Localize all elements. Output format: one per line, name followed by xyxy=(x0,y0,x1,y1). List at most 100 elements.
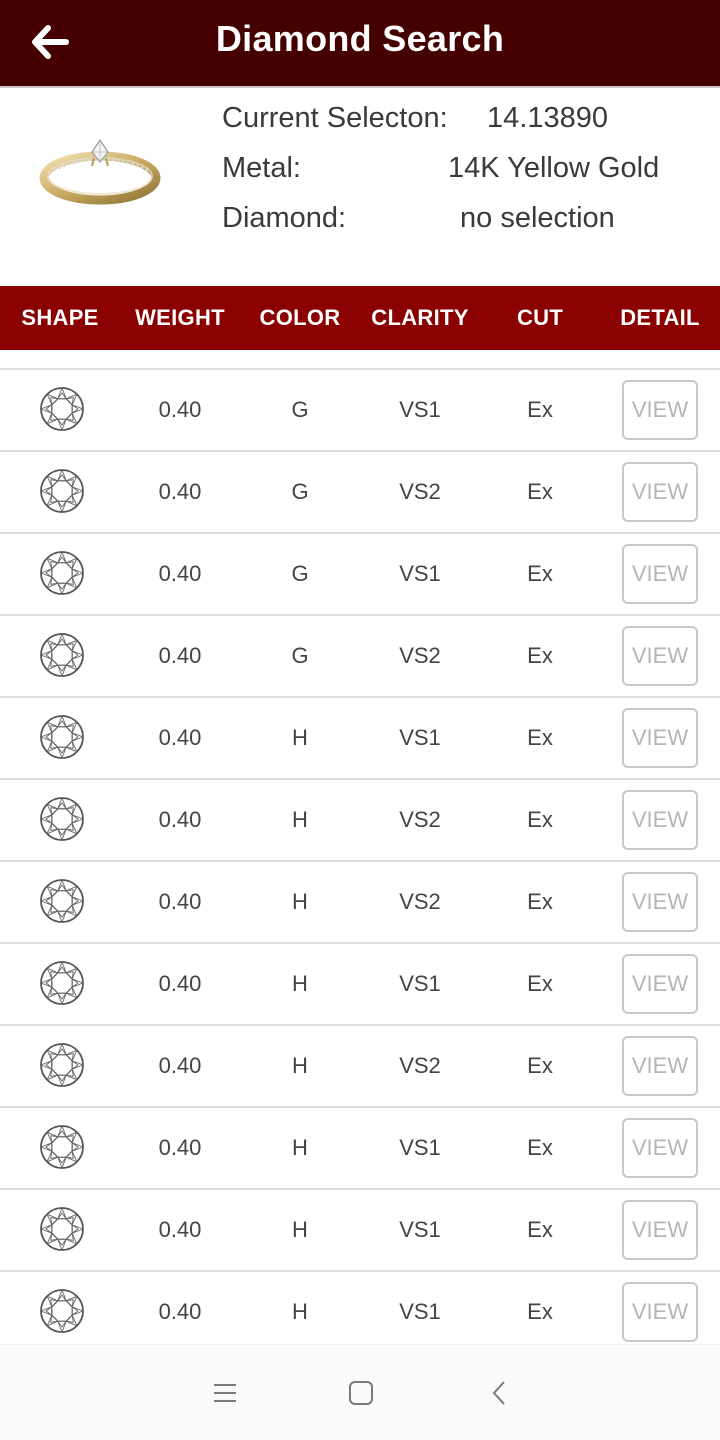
round-diamond-icon xyxy=(40,469,84,513)
column-header-shape[interactable]: SHAPE xyxy=(0,286,120,350)
table-row[interactable]: 0.40 H VS1 Ex VIEW xyxy=(0,1106,720,1188)
weight-cell: 0.40 xyxy=(158,561,202,586)
color-cell: H xyxy=(292,725,308,750)
round-diamond-icon xyxy=(40,879,84,923)
color-cell: H xyxy=(292,807,308,832)
color-cell: H xyxy=(292,1217,308,1242)
table-row[interactable]: 0.40 H VS2 Ex VIEW xyxy=(0,778,720,860)
page-title: Diamond Search xyxy=(215,18,505,59)
round-diamond-icon xyxy=(40,387,84,431)
cut-cell: Ex xyxy=(527,1135,553,1160)
weight-cell: 0.40 xyxy=(158,1299,202,1324)
weight-cell: 0.40 xyxy=(158,643,202,668)
column-header-cut[interactable]: CUT xyxy=(480,286,600,350)
color-cell: H xyxy=(292,1053,308,1078)
round-diamond-icon xyxy=(40,1207,84,1251)
table-row[interactable]: 0.40 G VS2 Ex VIEW xyxy=(0,614,720,696)
column-header-weight[interactable]: WEIGHT xyxy=(120,286,240,350)
weight-cell: 0.40 xyxy=(158,971,202,996)
table-row[interactable]: 0.40 H VS1 Ex VIEW xyxy=(0,1270,720,1344)
view-button[interactable]: VIEW xyxy=(622,380,698,440)
clarity-cell: VS2 xyxy=(399,479,441,504)
color-cell: H xyxy=(292,1299,308,1324)
table-row[interactable]: 0.40 G VS1 Ex VIEW xyxy=(0,532,720,614)
clarity-cell: VS1 xyxy=(399,1135,441,1160)
table-row[interactable]: 0.40 H VS1 Ex VIEW xyxy=(0,696,720,778)
table-row[interactable]: 0.40 G VS2 Ex VIEW xyxy=(0,450,720,532)
cut-cell: Ex xyxy=(527,1217,553,1242)
view-button[interactable]: VIEW xyxy=(622,872,698,932)
view-button[interactable]: VIEW xyxy=(622,1118,698,1178)
cut-cell: Ex xyxy=(527,561,553,586)
color-cell: H xyxy=(292,971,308,996)
round-diamond-icon xyxy=(40,633,84,677)
table-row[interactable]: 0.40 H VS1 Ex VIEW xyxy=(0,942,720,1024)
round-diamond-icon xyxy=(40,1043,84,1087)
selection-value: 14.13890 xyxy=(487,102,608,134)
column-header-detail: DETAIL xyxy=(620,305,700,330)
selection-summary: Current Selecton: 14.13890 Metal: 14K Ye… xyxy=(0,90,720,286)
view-button[interactable]: VIEW xyxy=(622,462,698,522)
weight-cell: 0.40 xyxy=(158,1217,202,1242)
round-diamond-icon xyxy=(40,551,84,595)
view-button[interactable]: VIEW xyxy=(622,544,698,604)
cut-cell: Ex xyxy=(527,1299,553,1324)
color-cell: H xyxy=(292,889,308,914)
cut-cell: Ex xyxy=(527,889,553,914)
cut-cell: Ex xyxy=(527,479,553,504)
color-cell: G xyxy=(291,479,309,504)
cut-cell: Ex xyxy=(527,397,553,422)
weight-cell: 0.40 xyxy=(158,889,202,914)
color-cell: G xyxy=(291,561,309,586)
clarity-cell: VS2 xyxy=(399,807,441,832)
weight-cell: 0.40 xyxy=(158,1135,202,1160)
app-root: Diamond Search Current Selecton: 14.1389… xyxy=(0,0,720,1440)
view-button[interactable]: VIEW xyxy=(622,1036,698,1096)
clarity-cell: VS1 xyxy=(399,397,441,422)
round-diamond-icon xyxy=(40,797,84,841)
round-diamond-icon xyxy=(40,1289,84,1333)
system-navigation-bar xyxy=(0,1344,720,1440)
view-button[interactable]: VIEW xyxy=(622,626,698,686)
diamond-value: no selection xyxy=(460,202,615,234)
cut-cell: Ex xyxy=(527,1053,553,1078)
metal-value: 14K Yellow Gold xyxy=(448,152,660,184)
table-row[interactable]: 0.40 H VS2 Ex VIEW xyxy=(0,860,720,942)
column-header-clarity[interactable]: CLARITY xyxy=(360,286,480,350)
table-row[interactable]: 0.40 H VS2 Ex VIEW xyxy=(0,1024,720,1106)
clarity-cell: VS1 xyxy=(399,1217,441,1242)
metal-label: Metal: xyxy=(222,152,301,184)
home-button[interactable] xyxy=(341,1373,381,1413)
table-row[interactable]: 0.40 H VS1 Ex VIEW xyxy=(0,1188,720,1270)
cut-cell: Ex xyxy=(527,971,553,996)
menu-icon xyxy=(214,1384,236,1402)
weight-cell: 0.40 xyxy=(158,1053,202,1078)
round-diamond-icon xyxy=(40,1125,84,1169)
cut-cell: Ex xyxy=(527,643,553,668)
view-button[interactable]: VIEW xyxy=(622,708,698,768)
column-header-color[interactable]: COLOR xyxy=(240,286,360,350)
clarity-cell: VS1 xyxy=(399,725,441,750)
selection-label: Current Selecton: xyxy=(222,102,448,134)
system-back-button[interactable] xyxy=(480,1373,520,1413)
view-button[interactable]: VIEW xyxy=(622,1282,698,1342)
cut-cell: Ex xyxy=(527,725,553,750)
chevron-left-icon xyxy=(492,1381,505,1405)
color-cell: H xyxy=(292,1135,308,1160)
app-bar: Diamond Search xyxy=(0,0,720,88)
home-square-icon xyxy=(349,1381,373,1405)
view-button[interactable]: VIEW xyxy=(622,1200,698,1260)
weight-cell: 0.40 xyxy=(158,479,202,504)
table-row[interactable]: 0.40 G VS1 Ex VIEW xyxy=(0,368,720,450)
clarity-cell: VS1 xyxy=(399,971,441,996)
clarity-cell: VS1 xyxy=(399,561,441,586)
view-button[interactable]: VIEW xyxy=(622,790,698,850)
table-header: SHAPE WEIGHT COLOR CLARITY CUT DETAIL xyxy=(0,286,720,350)
diamond-table[interactable]: 0.40 G VS1 Ex VIEW 0.40 G VS2 Ex VIEW 0.40 G VS1 Ex VI… xyxy=(0,350,720,1344)
diamond-label: Diamond: xyxy=(222,202,347,234)
clarity-cell: VS1 xyxy=(399,1299,441,1324)
menu-button[interactable] xyxy=(205,1373,245,1413)
view-button[interactable]: VIEW xyxy=(622,954,698,1014)
weight-cell: 0.40 xyxy=(158,397,202,422)
color-cell: G xyxy=(291,643,309,668)
